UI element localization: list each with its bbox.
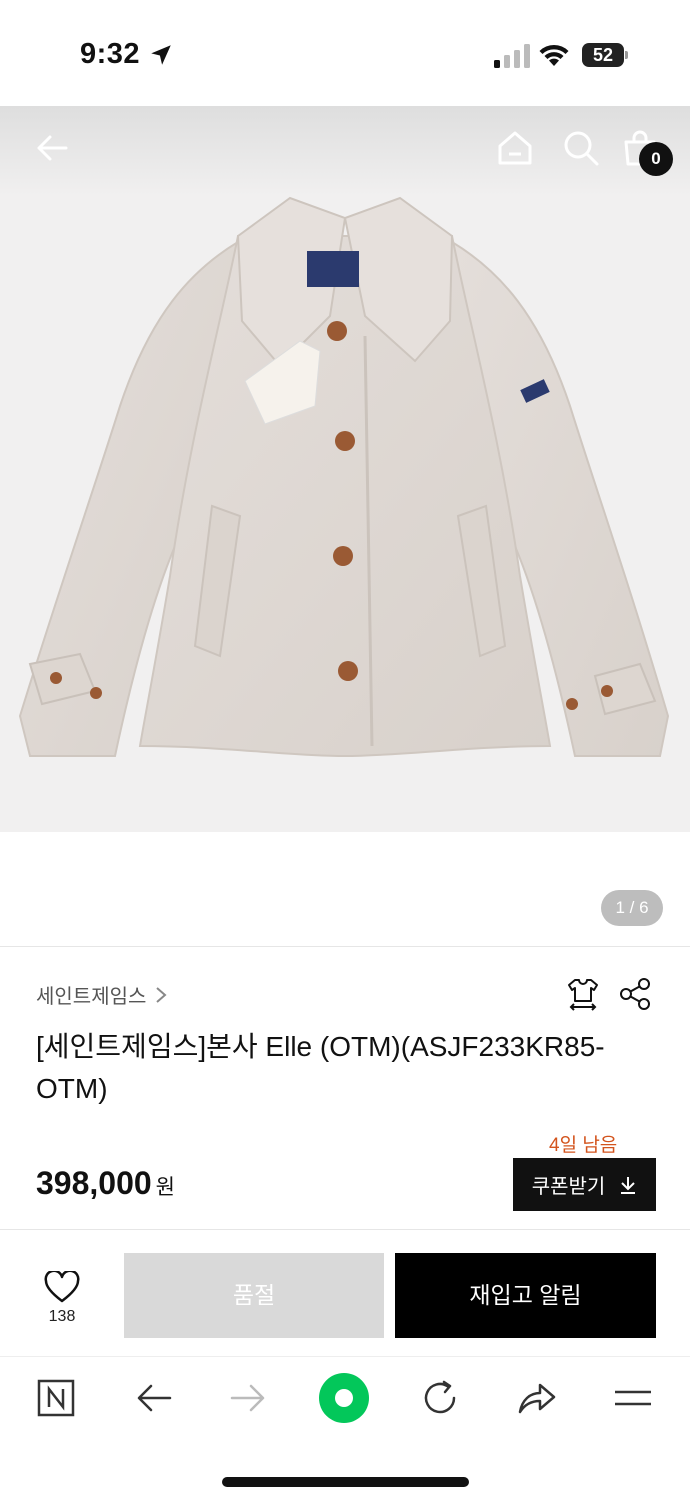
battery-indicator: 52 (582, 43, 628, 67)
soldout-button: 품절 (124, 1253, 384, 1338)
back-icon[interactable] (132, 1376, 176, 1420)
cellular-signal-icon (494, 44, 530, 68)
cart-count-badge[interactable]: 0 (639, 142, 673, 176)
product-image[interactable] (0, 106, 690, 832)
gallery-page-indicator: 1 / 6 (601, 890, 663, 926)
battery-tip (625, 51, 628, 59)
size-guide-icon[interactable] (565, 976, 601, 1012)
back-arrow-icon[interactable] (32, 128, 72, 168)
status-bar: 9:32 52 (0, 0, 690, 106)
brand-name: 세인트제임스 (36, 986, 147, 1008)
share-arrow-icon[interactable] (514, 1376, 558, 1420)
location-arrow-icon (151, 45, 171, 65)
share-icon[interactable] (617, 976, 653, 1012)
home-icon[interactable] (495, 128, 535, 168)
reload-icon[interactable] (418, 1376, 462, 1420)
restock-alert-button[interactable]: 재입고 알림 (395, 1253, 656, 1338)
like-count: 138 (48, 1308, 76, 1325)
status-time: 9:32 (80, 38, 141, 70)
divider (0, 946, 690, 947)
download-icon (621, 1176, 636, 1194)
green-dot-icon[interactable] (318, 1372, 370, 1424)
wifi-icon (539, 44, 569, 66)
search-icon[interactable] (561, 128, 601, 168)
menu-icon[interactable] (611, 1376, 655, 1420)
battery-level: 52 (582, 43, 624, 67)
coupon-button-label: 쿠폰받기 (531, 1176, 606, 1198)
coupon-download-button[interactable]: 쿠폰받기 (513, 1158, 656, 1211)
product-title: [세인트제임스]본사 Elle (OTM)(ASJF233KR85-OTM) (36, 1031, 605, 1104)
coupon-deadline: 4일 남음 (549, 1135, 618, 1156)
price-value: 398,000 (36, 1165, 152, 1201)
price-currency: 원 (155, 1176, 175, 1199)
forward-icon (230, 1384, 265, 1412)
product-price: 398,000 원 (36, 1165, 175, 1202)
gallery-footer (0, 832, 690, 946)
naver-n-icon[interactable] (34, 1376, 78, 1420)
jacket-illustration (18, 196, 670, 758)
heart-icon (44, 1269, 80, 1303)
brand-link[interactable]: 세인트제임스 (36, 980, 168, 1009)
divider (0, 1229, 690, 1230)
chevron-right-icon (156, 986, 167, 1003)
home-indicator[interactable] (222, 1477, 469, 1487)
